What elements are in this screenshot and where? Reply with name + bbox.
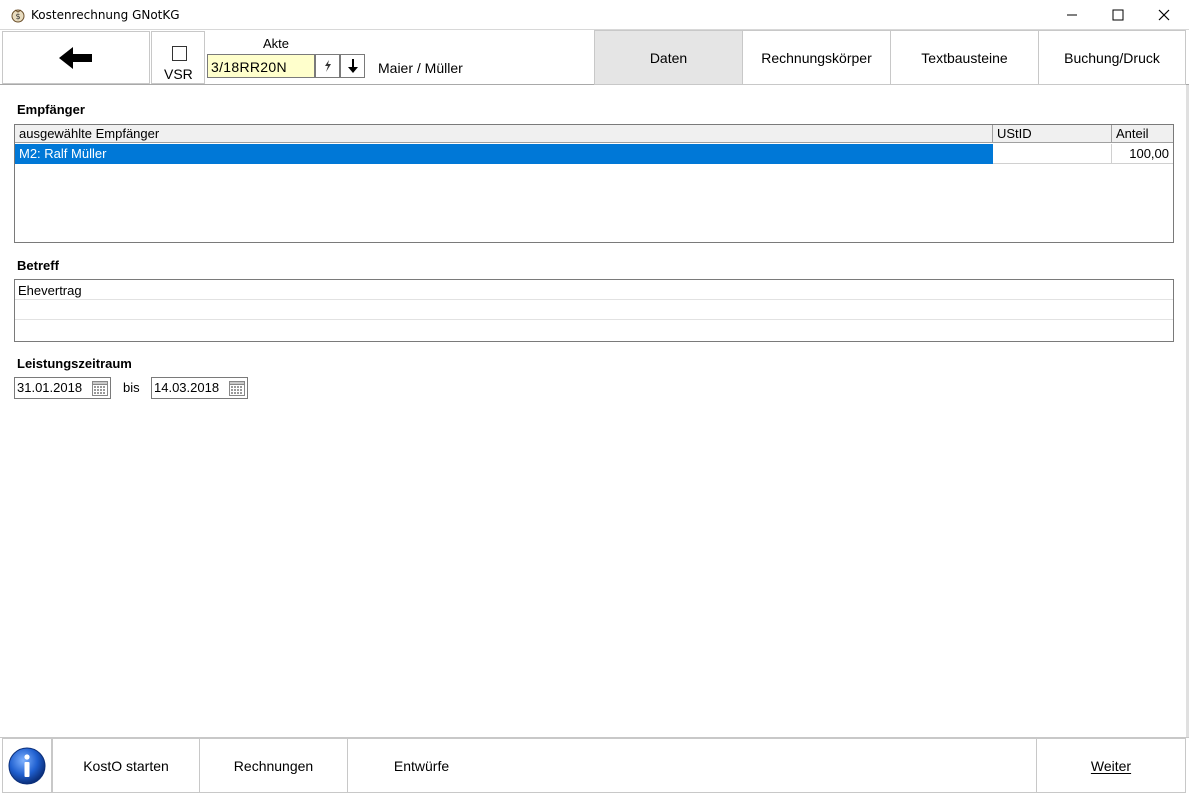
vsr-checkbox[interactable] bbox=[172, 46, 187, 61]
party-names: Maier / Müller bbox=[378, 60, 463, 76]
info-button[interactable] bbox=[2, 738, 52, 793]
date-from-value: 31.01.2018 bbox=[17, 380, 83, 395]
tab-buchung-druck[interactable]: Buchung/Druck bbox=[1038, 30, 1186, 85]
tab-label: Buchung/Druck bbox=[1064, 49, 1160, 66]
arrow-left-icon bbox=[59, 46, 92, 69]
betreff-textarea[interactable]: Ehevertrag bbox=[14, 279, 1174, 342]
empfaenger-name-cell[interactable]: M2: Ralf Müller bbox=[15, 144, 993, 164]
svg-text:$: $ bbox=[15, 12, 20, 21]
info-icon bbox=[8, 747, 46, 784]
weiter-button[interactable]: Weiter bbox=[1036, 738, 1186, 793]
toolbar: VSR Akte 3/18RR20N Maier / Müller Daten … bbox=[0, 30, 1189, 85]
ustid-cell[interactable] bbox=[993, 144, 1112, 164]
money-bag-icon: $ bbox=[11, 9, 25, 23]
calendar-icon[interactable] bbox=[92, 380, 108, 396]
rechnungen-button[interactable]: Rechnungen bbox=[199, 738, 348, 793]
date-from-input[interactable]: 31.01.2018 bbox=[14, 377, 111, 399]
button-label: KostO starten bbox=[83, 757, 169, 774]
akte-dropdown-button[interactable] bbox=[340, 54, 365, 78]
anteil-cell[interactable]: 100,00 bbox=[1112, 144, 1173, 164]
akte-label: Akte bbox=[263, 36, 290, 51]
tab-label: Rechnungskörper bbox=[761, 49, 872, 66]
title-bar: $ Kostenrechnung GNotKG bbox=[0, 0, 1189, 30]
kosto-starten-button[interactable]: KostO starten bbox=[52, 738, 200, 793]
vsr-toggle[interactable]: VSR bbox=[151, 31, 205, 84]
tab-rechnungskoerper[interactable]: Rechnungskörper bbox=[742, 30, 891, 85]
minimize-icon bbox=[1067, 14, 1077, 16]
button-label: Entwürfe bbox=[393, 757, 450, 774]
minimize-button[interactable] bbox=[1049, 0, 1095, 30]
lightning-icon bbox=[324, 60, 331, 72]
empfaenger-label: Empfänger bbox=[17, 102, 85, 117]
column-header-empfaenger[interactable]: ausgewählte Empfänger bbox=[15, 125, 993, 143]
leistungszeitraum-label: Leistungszeitraum bbox=[17, 356, 132, 371]
back-button[interactable] bbox=[2, 31, 150, 84]
empfaenger-grid[interactable]: ausgewählte Empfänger UStID Anteil M2: R… bbox=[14, 124, 1174, 243]
betreff-label: Betreff bbox=[17, 258, 59, 273]
tab-label: Daten bbox=[649, 49, 688, 66]
vsr-label: VSR bbox=[164, 66, 193, 82]
button-label: Weiter bbox=[1090, 757, 1132, 774]
bottom-bar: KostO starten Rechnungen Entwürfe Weiter bbox=[0, 737, 1189, 794]
grid-header: ausgewählte Empfänger UStID Anteil bbox=[15, 125, 1173, 143]
column-header-anteil[interactable]: Anteil bbox=[1112, 125, 1173, 143]
tab-textbausteine[interactable]: Textbausteine bbox=[890, 30, 1039, 85]
table-row[interactable]: M2: Ralf Müller 100,00 bbox=[15, 144, 1173, 164]
akte-input[interactable]: 3/18RR20N bbox=[207, 54, 315, 78]
button-label: Rechnungen bbox=[233, 757, 314, 774]
tab-label: Textbausteine bbox=[921, 49, 1008, 66]
entwuerfe-button[interactable]: Entwürfe bbox=[347, 738, 496, 793]
bottom-spacer bbox=[495, 738, 1037, 793]
window-title: Kostenrechnung GNotKG bbox=[31, 8, 180, 22]
maximize-icon bbox=[1112, 9, 1124, 21]
date-separator: bis bbox=[123, 380, 140, 395]
column-header-ustid[interactable]: UStID bbox=[993, 125, 1112, 143]
akte-quick-button[interactable] bbox=[315, 54, 340, 78]
maximize-button[interactable] bbox=[1095, 0, 1141, 30]
close-button[interactable] bbox=[1141, 0, 1187, 30]
arrow-down-icon bbox=[347, 59, 358, 73]
betreff-line[interactable]: Ehevertrag bbox=[15, 280, 1173, 300]
betreff-line[interactable] bbox=[15, 300, 1173, 320]
date-to-input[interactable]: 14.03.2018 bbox=[151, 377, 248, 399]
close-icon bbox=[1158, 9, 1170, 21]
calendar-icon[interactable] bbox=[229, 380, 245, 396]
tab-daten[interactable]: Daten bbox=[594, 30, 743, 85]
date-to-value: 14.03.2018 bbox=[154, 380, 220, 395]
betreff-line[interactable] bbox=[15, 320, 1173, 340]
